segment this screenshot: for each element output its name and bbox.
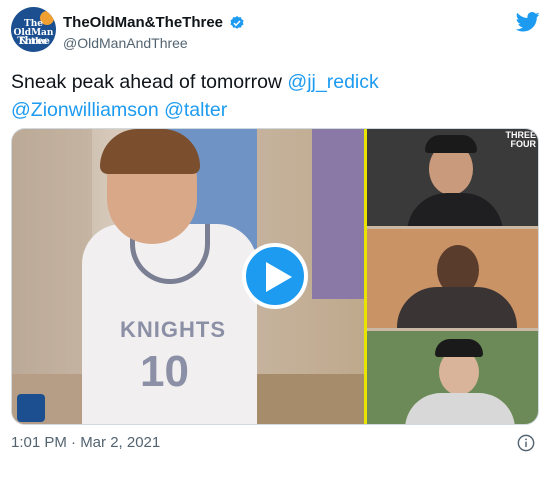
- video-player[interactable]: KNIGHTS 10 THREE FOUR: [11, 128, 539, 425]
- mention-zionwilliamson[interactable]: @Zionwilliamson: [11, 99, 159, 121]
- verified-badge-icon: [230, 16, 244, 29]
- channel-watermark-logo: [17, 394, 45, 422]
- tweet-text: Sneak peak ahead of tomorrow @jj_redick …: [11, 68, 541, 124]
- twitter-bird-icon[interactable]: [516, 12, 540, 32]
- panel-top: THREE FOUR: [367, 129, 538, 226]
- tweet-body: Sneak peak ahead of tomorrow: [11, 71, 288, 93]
- mention-jj-redick[interactable]: @jj_redick: [287, 71, 378, 93]
- person-cap: [435, 339, 483, 357]
- person-cap: [425, 135, 477, 153]
- player-hair: [100, 129, 200, 174]
- avatar[interactable]: The OldMan & the Three: [11, 7, 56, 52]
- avatar-line2: Three: [17, 36, 50, 47]
- panel-middle: [367, 229, 538, 328]
- person-shirt: [407, 193, 503, 226]
- jersey-number: 10: [140, 347, 189, 396]
- panel-bottom: [367, 331, 538, 424]
- info-icon[interactable]: [517, 434, 535, 452]
- tweet-timestamp[interactable]: 1:01 PM · Mar 2, 2021: [11, 434, 160, 451]
- account-handle[interactable]: @OldManAndThree: [63, 35, 188, 51]
- display-name[interactable]: TheOldMan&TheThree: [63, 14, 223, 31]
- video-main-frame: KNIGHTS 10: [12, 129, 364, 424]
- show-brand: THREE FOUR: [505, 131, 536, 149]
- wall-panel: [312, 129, 364, 299]
- person-shirt: [397, 287, 517, 328]
- tweet-header: The OldMan & the Three TheOldMan&TheThre…: [0, 0, 560, 62]
- jersey-word: KNIGHTS: [120, 317, 226, 342]
- mention-talter[interactable]: @talter: [164, 99, 227, 121]
- video-side-panels: THREE FOUR: [364, 129, 538, 424]
- play-icon: [266, 262, 292, 292]
- brand-line2: FOUR: [510, 139, 537, 149]
- person-shirt: [405, 393, 515, 424]
- blurred-figure: [12, 129, 92, 424]
- play-button[interactable]: [242, 243, 308, 309]
- action-bar-cutoff: [11, 468, 541, 480]
